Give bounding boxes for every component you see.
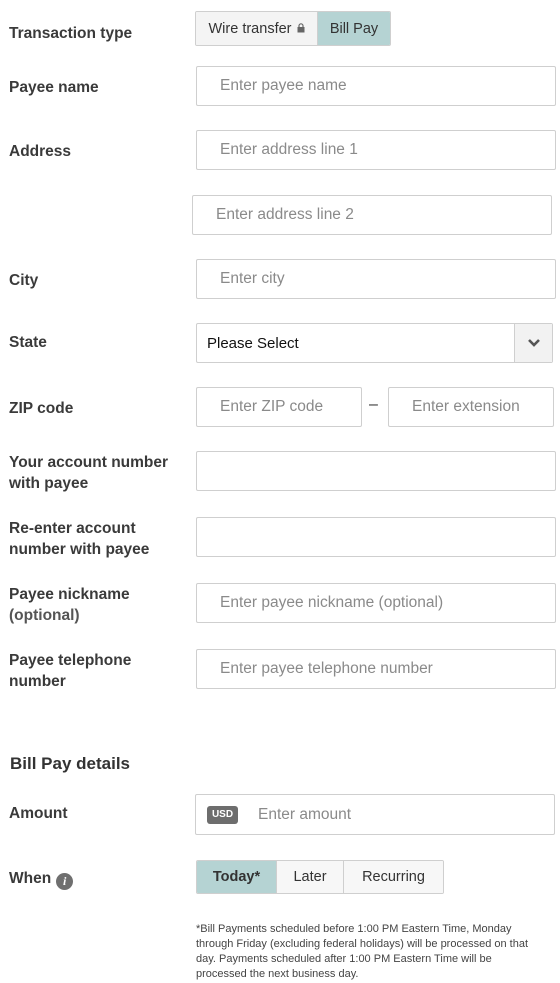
- account-number-label-line1: Your account number: [9, 454, 169, 471]
- amount-input[interactable]: USD Enter amount: [195, 794, 555, 835]
- nickname-label-line1: Payee nickname: [9, 586, 130, 603]
- when-label-group: When i: [9, 868, 74, 890]
- payee-name-label: Payee name: [9, 79, 99, 96]
- when-today-option[interactable]: Today*: [197, 861, 277, 893]
- bill-pay-details-heading: Bill Pay details: [10, 754, 130, 773]
- account-number-input[interactable]: [196, 451, 556, 491]
- state-select[interactable]: Please Select: [196, 323, 553, 363]
- when-recurring-option[interactable]: Recurring: [344, 861, 443, 893]
- chevron-down-icon[interactable]: [514, 324, 552, 362]
- telephone-label-line1: Payee telephone: [9, 652, 132, 669]
- reenter-account-input[interactable]: [196, 517, 556, 557]
- amount-placeholder: Enter amount: [258, 805, 352, 823]
- when-toggle: Today* Later Recurring: [196, 860, 444, 894]
- info-icon[interactable]: i: [56, 873, 74, 890]
- address-line2-input[interactable]: Enter address line 2: [192, 195, 552, 235]
- wire-transfer-option[interactable]: Wire transfer: [196, 12, 318, 45]
- address-line1-input[interactable]: Enter address line 1: [196, 130, 556, 170]
- transaction-type-label: Transaction type: [9, 25, 133, 42]
- nickname-label-line2: (optional): [9, 607, 80, 624]
- telephone-input[interactable]: Enter payee telephone number: [196, 649, 556, 689]
- reenter-account-label-line1: Re-enter account: [9, 520, 136, 537]
- zip-separator: –: [369, 396, 378, 413]
- amount-label: Amount: [9, 805, 68, 822]
- nickname-label: Payee nickname (optional): [9, 584, 130, 626]
- when-label: When: [9, 870, 52, 887]
- telephone-label-line2: number: [9, 673, 66, 690]
- account-number-label-line2: with payee: [9, 475, 89, 492]
- bill-pay-option[interactable]: Bill Pay: [318, 12, 390, 45]
- city-input[interactable]: Enter city: [196, 259, 556, 299]
- lock-icon: [297, 21, 305, 37]
- reenter-account-label-line2: number with payee: [9, 541, 150, 558]
- address-label: Address: [9, 143, 72, 160]
- state-label: State: [9, 334, 47, 351]
- transaction-type-toggle: Wire transfer Bill Pay: [195, 11, 391, 46]
- account-number-label: Your account number with payee: [9, 452, 168, 494]
- state-select-value: Please Select: [207, 334, 299, 352]
- currency-badge: USD: [207, 805, 238, 824]
- reenter-account-label: Re-enter account number with payee: [9, 518, 149, 560]
- wire-transfer-label: Wire transfer: [208, 20, 292, 37]
- processing-footnote: *Bill Payments scheduled before 1:00 PM …: [196, 923, 529, 980]
- payee-name-input[interactable]: Enter payee name: [196, 66, 556, 106]
- zip-code-input[interactable]: Enter ZIP code: [196, 387, 362, 427]
- when-later-option[interactable]: Later: [277, 861, 344, 893]
- telephone-label: Payee telephone number: [9, 650, 131, 692]
- zip-extension-input[interactable]: Enter extension: [388, 387, 554, 427]
- city-label: City: [9, 272, 39, 289]
- zip-code-label: ZIP code: [9, 400, 74, 417]
- nickname-input[interactable]: Enter payee nickname (optional): [196, 583, 556, 623]
